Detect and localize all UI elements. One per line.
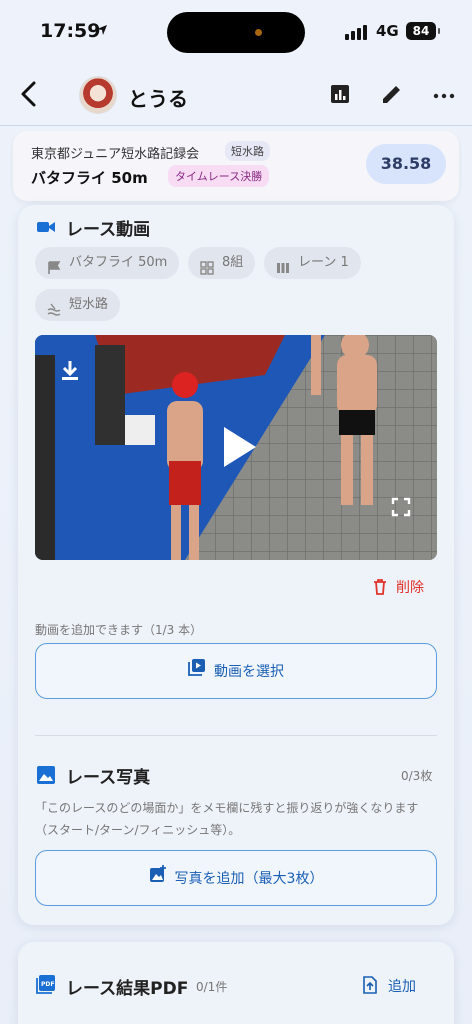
grid-icon [200, 256, 214, 275]
select-video-button[interactable]: 動画を選択 [35, 643, 437, 699]
add-photo-button[interactable]: 写真を追加（最大3枚） [35, 850, 437, 906]
page-title: とうる [128, 87, 188, 111]
race-summary-card: 東京都ジュニア短水路記録会 短水路 バタフライ 50m タイムレース決勝 38.… [13, 131, 459, 201]
photo-section-title: レース写真 [66, 768, 151, 788]
stroke-chip: バタフライ 50m [35, 247, 180, 279]
photo-count: 0/3枚 [401, 769, 433, 783]
round-badge: タイムレース決勝 [168, 165, 270, 187]
photo-icon [36, 765, 56, 785]
more-icon[interactable] [432, 82, 458, 108]
fullscreen-icon[interactable] [391, 497, 411, 521]
flag-icon [47, 256, 61, 274]
video-library-icon [188, 644, 206, 700]
upload-file-icon[interactable] [362, 976, 378, 998]
app-header: とうる [0, 66, 472, 126]
play-icon[interactable] [220, 425, 260, 473]
delete-video-button[interactable]: 削除 [396, 577, 424, 597]
course-chip: 短水路 [35, 289, 121, 321]
add-photo-icon [149, 851, 167, 907]
network-type: 4G [376, 22, 399, 40]
location-arrow-icon [96, 24, 108, 40]
stats-icon[interactable] [328, 82, 354, 108]
chevron-left-icon[interactable] [18, 80, 46, 112]
course-chip-label: 短水路 [69, 297, 109, 312]
add-pdf-button[interactable]: 追加 [388, 976, 416, 996]
download-icon[interactable] [59, 359, 81, 385]
photo-description: 「このレースのどの場面か」をメモ欄に残すと振り返りが強くなります（スタート/ター… [35, 801, 419, 837]
video-count-hint: 動画を追加できます（1/3 本） [35, 623, 203, 637]
stroke-chip-label: バタフライ 50m [69, 255, 168, 270]
video-section-title: レース動画 [66, 220, 151, 240]
course-badge: 短水路 [225, 141, 270, 161]
pdf-icon: PDF [36, 974, 56, 994]
dynamic-island [167, 12, 305, 53]
heat-chip-label: 8組 [222, 255, 244, 270]
media-card: レース動画 バタフライ 50m 8組 レーン 1 短水路 削除 動画を追加できま… [18, 205, 454, 925]
pdf-section-title: レース結果PDF [66, 979, 189, 999]
select-video-label: 動画を選択 [214, 664, 284, 680]
section-divider [35, 735, 437, 736]
status-time: 17:59 [40, 20, 101, 42]
signal-icon [345, 24, 371, 40]
edit-pencil-icon[interactable] [380, 82, 406, 108]
video-camera-icon [36, 217, 56, 237]
pdf-count: 0/1件 [196, 980, 228, 994]
status-bar: 17:59 4G 84 [0, 0, 472, 62]
lane-chip-label: レーン 1 [298, 255, 349, 270]
avatar[interactable] [79, 76, 117, 114]
lane-icon [276, 256, 290, 273]
svg-text:PDF: PDF [41, 981, 54, 988]
trash-icon[interactable] [373, 579, 387, 595]
race-time: 38.58 [366, 144, 446, 184]
pdf-card: PDF レース結果PDF 0/1件 追加 [18, 942, 454, 1024]
meet-name: 東京都ジュニア短水路記録会 [31, 147, 200, 162]
event-name: バタフライ 50m [31, 169, 148, 187]
heat-chip: 8組 [188, 247, 256, 279]
video-player[interactable] [35, 335, 437, 560]
pool-icon [47, 298, 61, 316]
lane-chip: レーン 1 [264, 247, 361, 279]
add-photo-label: 写真を追加（最大3枚） [174, 871, 324, 887]
battery-icon: 84 [406, 22, 440, 40]
